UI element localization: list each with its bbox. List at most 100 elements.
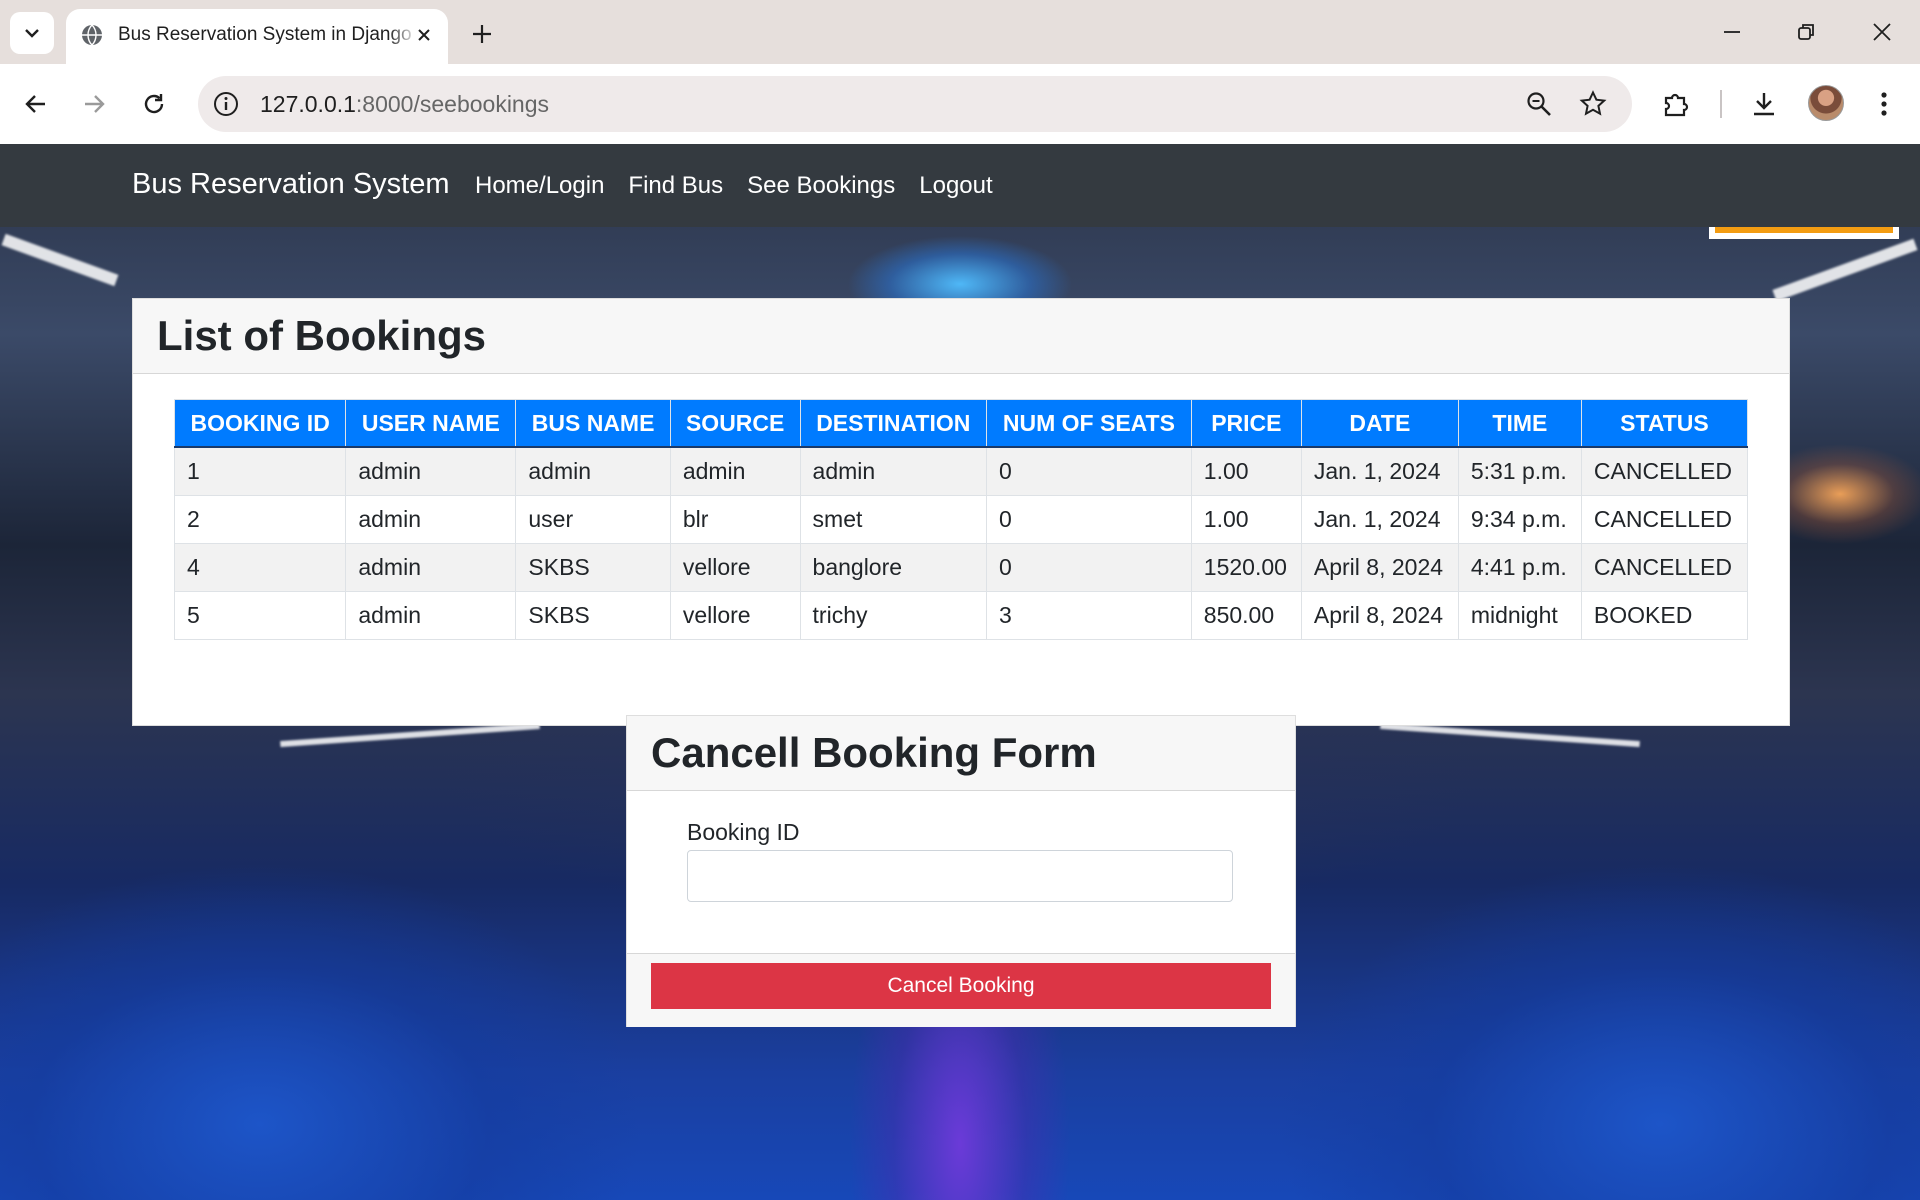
restore-window-button[interactable] xyxy=(1782,14,1830,50)
address-bar[interactable]: 127.0.0.1:8000/seebookings xyxy=(198,76,1632,132)
col-bus-name: BUS NAME xyxy=(515,399,671,448)
cell-booking-id: 5 xyxy=(173,591,347,640)
cell-status: CANCELLED xyxy=(1580,543,1749,592)
cell-booking-id: 4 xyxy=(173,543,347,592)
cell-date: April 8, 2024 xyxy=(1300,543,1459,592)
cell-user-name: admin xyxy=(345,495,517,544)
ceiling-light-stripe xyxy=(1772,238,1918,302)
minimize-window-button[interactable] xyxy=(1708,14,1756,50)
cell-booking-id: 2 xyxy=(173,495,347,544)
navbar-brand[interactable]: Bus Reservation System xyxy=(132,168,450,201)
arrow-right-icon xyxy=(85,95,105,113)
tab-search-button[interactable] xyxy=(10,12,54,54)
cell-time: midnight xyxy=(1457,591,1582,640)
nav-link-logout[interactable]: Logout xyxy=(919,172,992,200)
cell-price: 850.00 xyxy=(1190,591,1302,640)
cell-num-of-seats: 3 xyxy=(986,591,1192,640)
cell-source: vellore xyxy=(669,543,801,592)
cell-destination: admin xyxy=(799,446,988,496)
reload-button[interactable] xyxy=(134,84,174,124)
cell-destination: smet xyxy=(799,495,988,544)
cell-date: Jan. 1, 2024 xyxy=(1300,446,1459,496)
cell-num-of-seats: 0 xyxy=(986,543,1192,592)
cell-num-of-seats: 0 xyxy=(986,495,1192,544)
table-header-row: BOOKING ID USER NAME BUS NAME SOURCE DES… xyxy=(173,399,1749,448)
cell-time: 9:34 p.m. xyxy=(1457,495,1582,544)
cell-time: 5:31 p.m. xyxy=(1457,446,1582,496)
cell-date: April 8, 2024 xyxy=(1300,591,1459,640)
download-icon[interactable] xyxy=(1744,84,1784,124)
col-status: STATUS xyxy=(1580,399,1749,448)
booking-id-input[interactable] xyxy=(687,850,1233,902)
cell-user-name: admin xyxy=(345,543,517,592)
new-tab-button[interactable] xyxy=(466,18,498,50)
close-tab-icon[interactable] xyxy=(412,23,436,47)
cell-num-of-seats: 0 xyxy=(986,446,1192,496)
table-row: 1 admin admin admin admin 0 1.00 Jan. 1,… xyxy=(173,446,1749,496)
col-num-of-seats: NUM OF SEATS xyxy=(986,399,1192,448)
cell-source: blr xyxy=(669,495,801,544)
close-window-button[interactable] xyxy=(1858,14,1906,50)
nav-link-see-bookings[interactable]: See Bookings xyxy=(747,172,895,200)
url-host: 127.0.0.1 xyxy=(260,91,356,117)
forward-button[interactable] xyxy=(74,84,114,124)
cell-user-name: admin xyxy=(345,446,517,496)
cancel-booking-button[interactable]: Cancel Booking xyxy=(651,963,1271,1009)
col-price: PRICE xyxy=(1190,399,1302,448)
bookings-table: BOOKING ID USER NAME BUS NAME SOURCE DES… xyxy=(173,399,1749,640)
ceiling-light-stripe xyxy=(1,233,119,287)
globe-icon xyxy=(82,24,102,46)
nav-link-home-login[interactable]: Home/Login xyxy=(475,172,604,200)
cancel-card-footer: Cancel Booking xyxy=(627,953,1295,1027)
cell-price: 1.00 xyxy=(1190,446,1302,496)
back-button[interactable] xyxy=(16,84,56,124)
site-info-icon[interactable] xyxy=(212,90,240,118)
arrow-left-icon xyxy=(25,95,45,113)
col-source: SOURCE xyxy=(669,399,801,448)
url-path: :8000/seebookings xyxy=(355,91,550,117)
extensions-icon[interactable] xyxy=(1656,84,1696,124)
toolbar-separator xyxy=(1720,90,1722,118)
cell-status: CANCELLED xyxy=(1580,446,1749,496)
navbar-links: Home/Login Find Bus See Bookings Logout xyxy=(475,172,993,200)
site-navbar: Bus Reservation System Home/Login Find B… xyxy=(0,144,1920,227)
page-background: Bus Reservation System Home/Login Find B… xyxy=(0,144,1920,1200)
profile-avatar[interactable] xyxy=(1808,85,1844,121)
chevron-down-icon xyxy=(25,29,39,38)
tab-title: Bus Reservation System in Django xyxy=(118,24,418,46)
minimize-icon xyxy=(1724,31,1740,33)
cell-destination: banglore xyxy=(799,543,988,592)
col-user-name: USER NAME xyxy=(345,399,517,448)
cell-source: admin xyxy=(669,446,801,496)
table-row: 2 admin user blr smet 0 1.00 Jan. 1, 202… xyxy=(173,495,1749,544)
nav-link-find-bus[interactable]: Find Bus xyxy=(628,172,723,200)
restore-icon xyxy=(1798,24,1814,40)
cell-price: 1520.00 xyxy=(1190,543,1302,592)
cell-bus-name: user xyxy=(515,495,671,544)
col-time: TIME xyxy=(1457,399,1582,448)
table-row: 5 admin SKBS vellore trichy 3 850.00 Apr… xyxy=(173,591,1749,640)
close-icon xyxy=(1873,23,1891,41)
more-menu-icon[interactable] xyxy=(1864,84,1904,124)
cell-bus-name: SKBS xyxy=(515,543,671,592)
cancel-form-title: Cancell Booking Form xyxy=(651,729,1097,776)
browser-tab-active[interactable]: Bus Reservation System in Django xyxy=(66,9,448,64)
cell-booking-id: 1 xyxy=(173,446,347,496)
cell-user-name: admin xyxy=(345,591,517,640)
ceiling-light-stripe xyxy=(280,722,540,748)
table-row: 4 admin SKBS vellore banglore 0 1520.00 … xyxy=(173,543,1749,592)
bookings-title: List of Bookings xyxy=(157,312,486,359)
reload-icon xyxy=(144,94,164,114)
cell-bus-name: SKBS xyxy=(515,591,671,640)
browser-toolbar: 127.0.0.1:8000/seebookings xyxy=(0,64,1920,144)
cell-source: vellore xyxy=(669,591,801,640)
zoom-icon[interactable] xyxy=(1524,89,1554,119)
col-destination: DESTINATION xyxy=(799,399,988,448)
url-text[interactable]: 127.0.0.1:8000/seebookings xyxy=(260,91,549,118)
cell-bus-name: admin xyxy=(515,446,671,496)
dropdown-edge xyxy=(1709,227,1899,239)
booking-id-label: Booking ID xyxy=(687,819,800,845)
col-date: DATE xyxy=(1300,399,1459,448)
bookmark-star-icon[interactable] xyxy=(1578,89,1608,119)
cell-time: 4:41 p.m. xyxy=(1457,543,1582,592)
